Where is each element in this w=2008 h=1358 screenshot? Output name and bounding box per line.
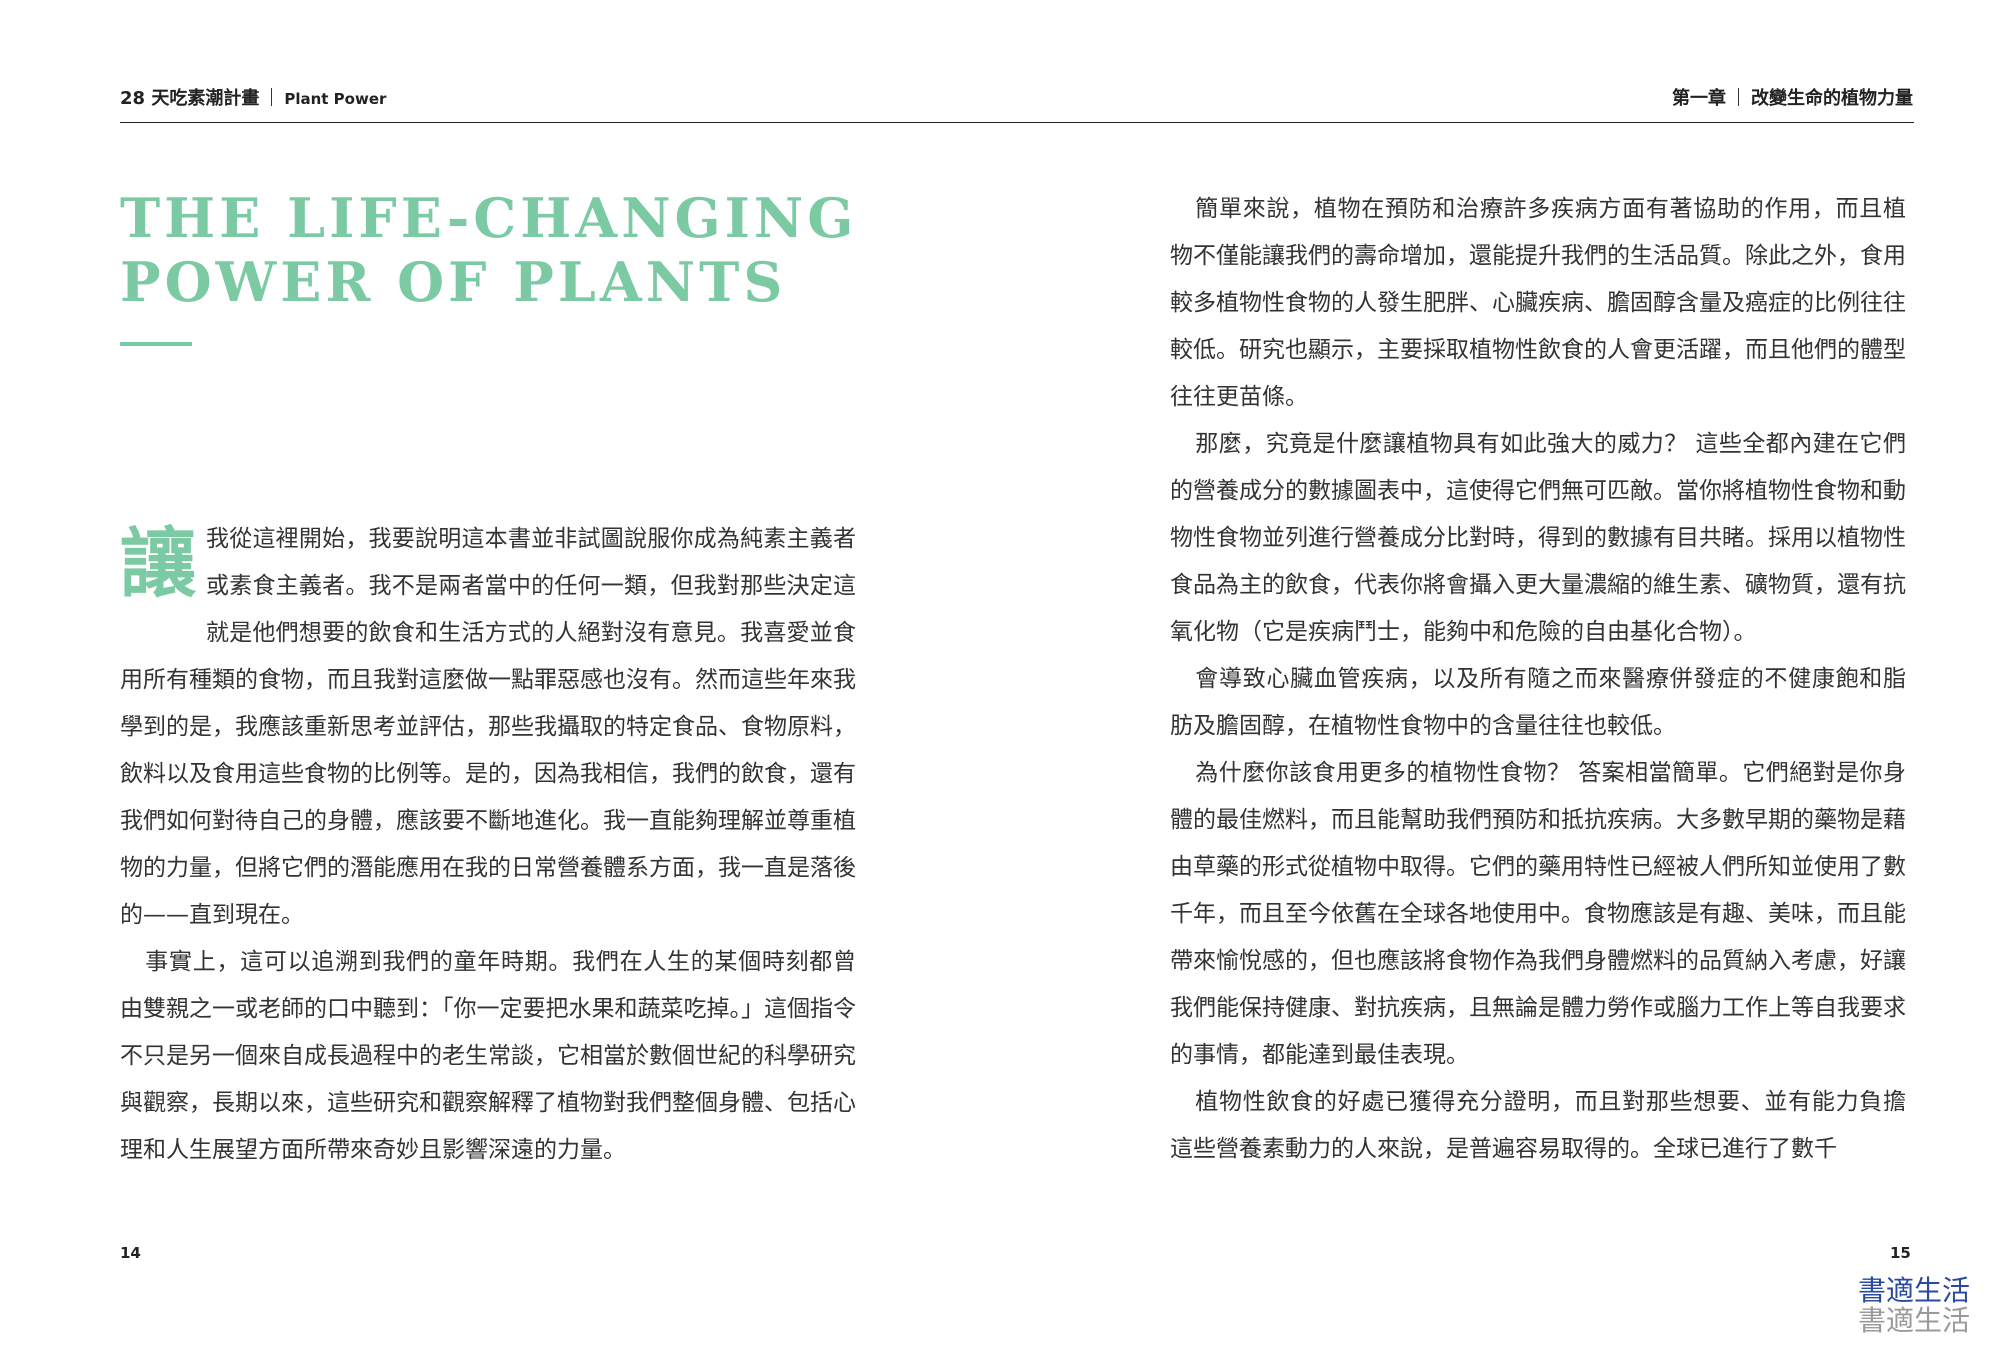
header-divider bbox=[1738, 88, 1739, 106]
paragraph: 為什麼你該食用更多的植物性食物？ 答案相當簡單。它們絕對是你身體的最佳燃料，而且… bbox=[1170, 760, 1906, 1068]
paragraph: 植物性飲食的好處已獲得充分證明，而且對那些想要、並有能力負擔這些營養素動力的人來… bbox=[1170, 1089, 1906, 1162]
section-title-line-2: POWER OF PLANTS bbox=[120, 250, 787, 314]
left-column: 讓我從這裡開始，我要說明這本書並非試圖說服你成為純素主義者或素食主義者。我不是兩… bbox=[120, 516, 856, 1174]
running-header-right: 第一章 改變生命的植物力量 bbox=[1672, 84, 1913, 110]
chapter-title: 改變生命的植物力量 bbox=[1751, 88, 1913, 109]
watermark-line-2: 書適生活 bbox=[1857, 1304, 1970, 1337]
drop-cap: 讓 bbox=[120, 519, 196, 608]
header-divider bbox=[271, 88, 273, 106]
book-subtitle: Plant Power bbox=[284, 90, 387, 108]
section-title-line-1: THE LIFE-CHANGING bbox=[120, 186, 858, 250]
page-number-left: 14 bbox=[120, 1244, 141, 1262]
chapter-number: 第一章 bbox=[1672, 88, 1726, 109]
watermark: 書適生活 書適生活 bbox=[1858, 1276, 1970, 1336]
page-number-right: 15 bbox=[1890, 1244, 1911, 1262]
section-title: THE LIFE-CHANGING POWER OF PLANTS bbox=[120, 186, 857, 314]
book-title: 28 天吃素潮計畫 bbox=[120, 88, 260, 109]
header-rule bbox=[120, 122, 1914, 123]
watermark-line-1: 書適生活 bbox=[1857, 1274, 1970, 1307]
right-column: 簡單來說，植物在預防和治療許多疾病方面有著協助的作用，而且植物不僅能讓我們的壽命… bbox=[1170, 186, 1906, 1173]
paragraph: 事實上，這可以追溯到我們的童年時期。我們在人生的某個時刻都曾由雙親之一或老師的口… bbox=[120, 949, 856, 1163]
paragraph: 簡單來說，植物在預防和治療許多疾病方面有著協助的作用，而且植物不僅能讓我們的壽命… bbox=[1170, 196, 1906, 410]
paragraph: 那麼，究竟是什麼讓植物具有如此強大的威力？ 這些全都內建在它們的營養成分的數據圖… bbox=[1170, 431, 1906, 645]
title-accent-rule bbox=[120, 342, 192, 346]
running-header-left: 28 天吃素潮計畫 Plant Power bbox=[120, 84, 386, 110]
paragraph: 會導致心臟血管疾病，以及所有隨之而來醫療併發症的不健康飽和脂肪及膽固醇，在植物性… bbox=[1170, 666, 1906, 739]
paragraph: 讓我從這裡開始，我要說明這本書並非試圖說服你成為純素主義者或素食主義者。我不是兩… bbox=[120, 516, 856, 939]
paragraph-text: 我從這裡開始，我要說明這本書並非試圖說服你成為純素主義者或素食主義者。我不是兩者… bbox=[120, 526, 856, 928]
